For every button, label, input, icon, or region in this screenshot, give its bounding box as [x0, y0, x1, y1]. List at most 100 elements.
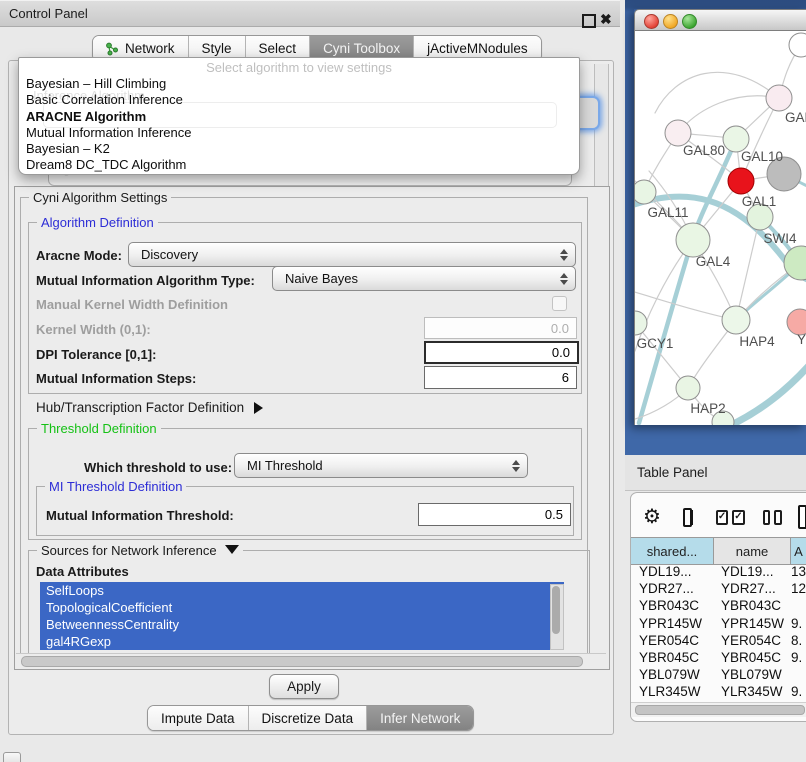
mi-threshold-input[interactable]: 0.5	[418, 503, 571, 526]
manual-kernel-label: Manual Kernel Width Definition	[36, 297, 228, 312]
mi-type-label: Mutual Information Algorithm Type:	[36, 273, 255, 288]
column-header[interactable]: name	[714, 538, 791, 564]
table-panel-titlebar: Table Panel	[625, 455, 806, 491]
mi-type-value: Naive Bayes	[273, 271, 555, 286]
close-window-icon[interactable]	[644, 14, 659, 29]
attribute-item[interactable]: BetweennessCentrality	[40, 616, 564, 633]
table-row[interactable]: YPR145WYPR145W9.	[631, 615, 806, 632]
table-cell: 13	[791, 564, 806, 579]
network-node[interactable]	[676, 223, 710, 257]
node-label: HAP4	[739, 334, 775, 349]
aracne-mode-label: Aracne Mode:	[36, 248, 122, 263]
table-cell: YBR045C	[714, 650, 791, 665]
close-panel-icon[interactable]: ✖	[600, 11, 612, 27]
table-cell: 12	[791, 581, 806, 596]
data-attributes-label: Data Attributes	[36, 564, 129, 579]
table-cell: YBL079W	[714, 667, 791, 682]
attribute-item[interactable]: SelfLoops	[40, 582, 564, 599]
node-label: GAL1	[742, 194, 777, 209]
mi-threshold-label: Mutual Information Threshold:	[46, 508, 234, 523]
table-header: shared...nameA	[631, 537, 806, 565]
columns-icon[interactable]	[683, 508, 692, 527]
node-label: GAL10	[741, 149, 783, 164]
node-label: GCY1	[637, 336, 674, 351]
table-cell: YDL19...	[714, 564, 791, 579]
table-row[interactable]: YBL079WYBL079W	[631, 666, 806, 683]
network-view[interactable]: GALGAL80GAL10GAL1GAL11GAL4SWI4GCY1HAP4YH…	[634, 31, 806, 425]
checked-checkbox-icon[interactable]: ✓	[716, 510, 728, 525]
attribute-item[interactable]: TopologicalCoefficient	[40, 599, 564, 616]
algorithm-definition-title: Algorithm Definition	[37, 215, 158, 230]
network-node[interactable]	[789, 33, 806, 57]
dpi-tolerance-input[interactable]: 0.0	[424, 341, 579, 364]
attribute-item[interactable]: gal4RGexp	[40, 633, 564, 650]
float-panel-icon[interactable]	[582, 14, 596, 28]
table-row[interactable]: YBR045CYBR045C9.	[631, 649, 806, 666]
unchecked-checkbox-icon[interactable]	[774, 510, 782, 525]
tab-impute-data[interactable]: Impute Data	[148, 706, 248, 730]
table-row[interactable]: YDL19...YDL19...13	[631, 563, 806, 580]
data-attributes-list: SelfLoopsTopologicalCoefficientBetweenne…	[40, 582, 564, 650]
table-cell: YBR043C	[631, 598, 714, 613]
ghost-group-label: Inference Algorithm	[33, 88, 145, 103]
checked-checkbox-icon[interactable]: ✓	[732, 510, 744, 525]
table-panel: ⚙ ✓ ✓ shared...nameA YDL19...YDL19...13Y…	[630, 492, 806, 722]
table-row[interactable]: YLR345WYLR345W9.	[631, 683, 806, 700]
gear-icon[interactable]: ⚙	[643, 507, 661, 527]
kernel-width-input[interactable]: 0.0	[424, 317, 577, 339]
manual-kernel-checkbox[interactable]	[552, 296, 567, 311]
network-node[interactable]	[766, 85, 792, 111]
table-cell: YDR27...	[631, 581, 714, 596]
tab-discretize-data[interactable]: Discretize Data	[248, 706, 367, 730]
network-node[interactable]	[676, 376, 700, 400]
aracne-mode-combo[interactable]: Discovery	[128, 242, 576, 267]
mi-steps-input[interactable]: 6	[424, 366, 577, 389]
kernel-width-label: Kernel Width (0,1):	[36, 322, 151, 337]
panel-grip-icon[interactable]	[3, 752, 21, 762]
table-cell: 9.	[791, 650, 806, 665]
network-edge	[635, 323, 688, 388]
tab-infer-network[interactable]: Infer Network	[366, 706, 473, 730]
table-row[interactable]: YDR27...YDR27...12	[631, 580, 806, 597]
table-cell: 9.	[791, 616, 806, 631]
network-node[interactable]	[722, 306, 750, 334]
collapse-down-icon	[225, 545, 239, 554]
node-label: GAL11	[647, 205, 688, 220]
apply-button[interactable]: Apply	[269, 674, 339, 699]
table-row[interactable]: YBR043CYBR043C	[631, 597, 806, 614]
unchecked-checkbox-icon[interactable]	[763, 510, 771, 525]
document-icon[interactable]	[798, 505, 806, 529]
which-threshold-combo[interactable]: MI Threshold	[234, 453, 528, 478]
sources-group-title[interactable]: Sources for Network Inference	[37, 543, 243, 558]
network-window[interactable]: GALGAL80GAL10GAL1GAL11GAL4SWI4GCY1HAP4YH…	[634, 9, 806, 425]
column-header[interactable]: shared...	[631, 538, 714, 564]
table-cell: YPR145W	[714, 616, 791, 631]
table-row[interactable]: YER054CYER054C8.	[631, 632, 806, 649]
expand-right-icon	[254, 402, 263, 414]
tab-label: Impute Data	[161, 711, 235, 726]
hub-definition-toggle[interactable]: Hub/Transcription Factor Definition	[36, 400, 263, 415]
minimize-window-icon[interactable]	[663, 14, 678, 29]
settings-hscrollbar-thumb[interactable]	[21, 656, 583, 667]
network-window-titlebar[interactable]	[634, 9, 806, 31]
network-node[interactable]	[635, 180, 656, 204]
attributes-vscrollbar-thumb[interactable]	[552, 586, 560, 634]
tab-label: Network	[125, 41, 175, 56]
control-panel-titlebar: Control Panel	[0, 0, 620, 27]
network-edge	[635, 291, 736, 320]
column-header[interactable]: A	[791, 538, 806, 564]
which-threshold-label: Which threshold to use:	[84, 460, 232, 475]
table-hscrollbar-thumb[interactable]	[635, 705, 805, 715]
table-cell: 9.	[791, 684, 806, 699]
popup-item[interactable]: Bayesian – K2	[19, 141, 579, 157]
tab-label: jActiveMNodules	[427, 41, 528, 56]
popup-item[interactable]: Dream8 DC_TDC Algorithm	[19, 157, 579, 173]
zoom-window-icon[interactable]	[682, 14, 697, 29]
mi-type-combo[interactable]: Naive Bayes	[272, 266, 576, 291]
network-node[interactable]	[635, 311, 647, 335]
table-cell: YBR043C	[714, 598, 791, 613]
table-cell: YER054C	[631, 633, 714, 648]
mi-threshold-group-title: MI Threshold Definition	[45, 479, 186, 494]
table-cell: YBR045C	[631, 650, 714, 665]
network-node[interactable]	[728, 168, 754, 194]
